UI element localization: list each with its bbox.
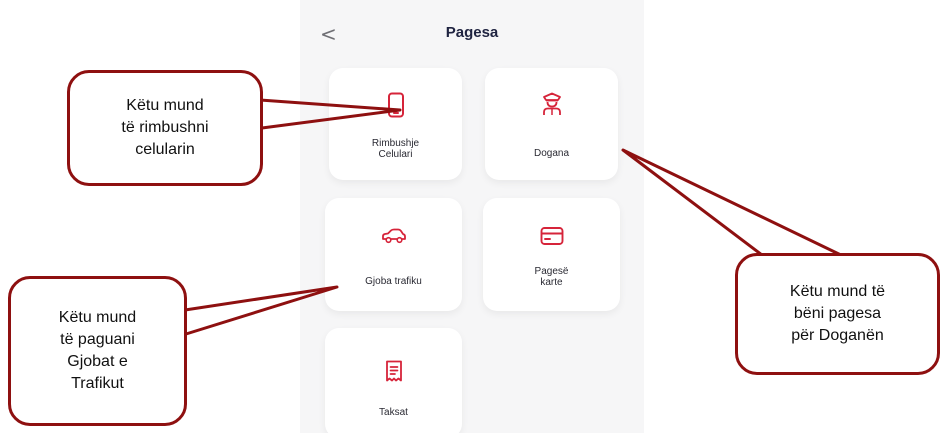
tile-label: Rimbushje Celulari <box>371 138 420 160</box>
tile-label: Pagesë karte <box>534 266 569 288</box>
tile-rimbushje-celulari[interactable]: Rimbushje Celulari <box>329 68 462 180</box>
callout-gjobat: Këtu mund të paguani Gjobat e Trafikut <box>8 276 187 426</box>
tile-taksat[interactable]: Taksat <box>325 328 462 433</box>
customs-officer-icon <box>542 92 561 115</box>
receipt-icon <box>385 360 402 382</box>
callout-dogana: Këtu mund të bëni pagesa për Doganën <box>735 253 940 375</box>
tile-label: Taksat <box>379 407 408 418</box>
tile-pagese-karte[interactable]: Pagesë karte <box>483 198 620 311</box>
annotated-screenshot: < Pagesa Rimbushje Celulari Dogana Gjoba… <box>0 0 945 433</box>
pointer-dogana <box>621 148 844 260</box>
tile-label: Gjoba trafiku <box>365 276 422 287</box>
callout-celular: Këtu mund të rimbushni celularin <box>67 70 263 186</box>
tile-gjoba-trafiku[interactable]: Gjoba trafiku <box>325 198 462 311</box>
payments-screen: < Pagesa Rimbushje Celulari Dogana Gjoba… <box>300 0 644 433</box>
tile-dogana[interactable]: Dogana <box>485 68 618 180</box>
credit-card-icon <box>540 227 563 245</box>
tile-label: Dogana <box>533 148 570 159</box>
page-title: Pagesa <box>445 24 499 41</box>
phone-icon <box>387 92 404 118</box>
car-icon <box>381 228 406 244</box>
